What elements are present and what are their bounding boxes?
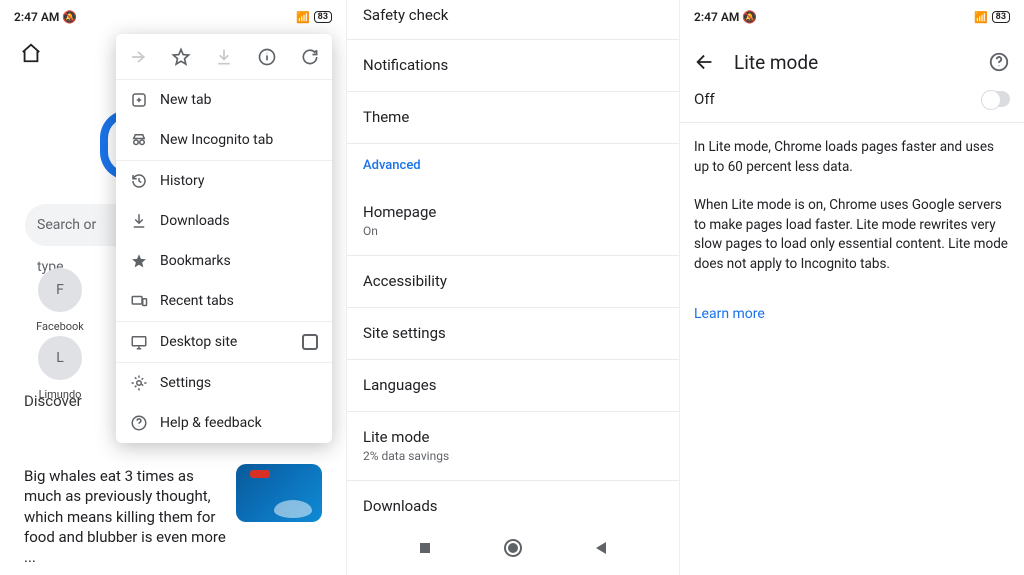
gear-icon [130, 374, 160, 392]
panel-chrome-menu: 2:47 AM 🔕 📶 83 Search or type F Facebook… [0, 0, 346, 575]
menu-item-label: Settings [160, 375, 211, 391]
learn-more-link[interactable]: Learn more [694, 306, 765, 322]
article-thumbnail[interactable] [236, 464, 322, 522]
settings-site-settings[interactable]: Site settings [347, 308, 679, 359]
settings-row-sub: 2% data savings [363, 449, 663, 463]
history-icon [130, 172, 160, 190]
signal-icon: 📶 [974, 11, 988, 24]
help-icon [130, 414, 160, 432]
info-icon[interactable] [257, 47, 277, 67]
divider [680, 122, 1024, 123]
toggle-label: Off [694, 90, 715, 108]
star-fill-icon [130, 252, 160, 270]
incognito-icon [130, 131, 160, 149]
shortcut-label: Facebook [20, 320, 100, 333]
status-bar: 2:47 AM 🔕 📶 83 [0, 0, 346, 34]
menu-item-label: Help & feedback [160, 415, 262, 431]
lite-mode-description-1: In Lite mode, Chrome loads pages faster … [694, 138, 1010, 177]
settings-row-label: Homepage [363, 203, 663, 221]
menu-recent-tabs[interactable]: Recent tabs [116, 281, 332, 321]
dnd-icon: 🔕 [742, 10, 757, 24]
menu-incognito[interactable]: New Incognito tab [116, 120, 332, 160]
panel-lite-mode: 2:47 AM 🔕 📶 83 Lite mode Off In Lite mod… [680, 0, 1024, 575]
settings-section-advanced: Advanced [347, 144, 679, 187]
menu-item-label: Downloads [160, 213, 230, 229]
menu-history[interactable]: History [116, 161, 332, 201]
star-icon[interactable] [171, 47, 191, 67]
settings-row-label: Theme [363, 108, 409, 126]
settings-row-label: Site settings [363, 324, 446, 342]
shortcut-avatar: L [38, 336, 82, 380]
menu-desktop-site[interactable]: Desktop site [116, 322, 332, 362]
panel-settings-list: Safety check Notifications Theme Advance… [346, 0, 680, 575]
settings-lite-mode[interactable]: Lite mode 2% data savings [347, 412, 679, 480]
forward-icon[interactable] [128, 47, 148, 67]
menu-bookmarks[interactable]: Bookmarks [116, 241, 332, 281]
settings-row-label: Accessibility [363, 272, 447, 290]
back-button[interactable] [694, 51, 716, 73]
download-icon [130, 212, 160, 230]
menu-help[interactable]: Help & feedback [116, 403, 332, 443]
refresh-icon[interactable] [300, 47, 320, 67]
menu-item-label: History [160, 173, 205, 189]
signal-icon: 📶 [296, 11, 310, 24]
overflow-menu: New tab New Incognito tab History Downlo… [116, 34, 332, 443]
omnibox-placeholder: Search or type [37, 217, 96, 275]
nav-recent-icon[interactable] [417, 540, 433, 556]
status-bar: 2:47 AM 🔕 📶 83 [680, 0, 1024, 34]
menu-settings[interactable]: Settings [116, 363, 332, 403]
discover-header: Discover [24, 392, 82, 410]
menu-item-label: New tab [160, 92, 211, 108]
article-headline[interactable]: Big whales eat 3 times as much as previo… [24, 466, 234, 567]
devices-icon [130, 292, 160, 310]
lite-mode-description-2: When Lite mode is on, Chrome uses Google… [694, 196, 1010, 274]
status-time: 2:47 AM [14, 10, 59, 24]
menu-downloads[interactable]: Downloads [116, 201, 332, 241]
plus-box-icon [130, 91, 160, 109]
settings-languages[interactable]: Languages [347, 360, 679, 411]
monitor-icon [130, 333, 160, 351]
page-title: Lite mode [734, 51, 818, 74]
menu-new-tab[interactable]: New tab [116, 80, 332, 120]
status-time: 2:47 AM [694, 10, 739, 24]
settings-safety-check[interactable]: Safety check [347, 0, 679, 39]
menu-item-label: Bookmarks [160, 253, 231, 269]
settings-row-label: Safety check [363, 6, 448, 24]
lite-mode-toggle-row[interactable]: Off [694, 90, 1010, 108]
help-button[interactable] [988, 51, 1010, 73]
nav-back-icon[interactable] [593, 540, 609, 556]
settings-row-label: Notifications [363, 56, 448, 74]
dnd-icon: 🔕 [62, 10, 77, 24]
settings-row-label: Languages [363, 376, 437, 394]
settings-row-label: Lite mode [363, 428, 663, 446]
settings-accessibility[interactable]: Accessibility [347, 256, 679, 307]
settings-homepage[interactable]: Homepage On [347, 187, 679, 255]
title-bar: Lite mode [680, 40, 1024, 84]
menu-item-label: New Incognito tab [160, 132, 273, 148]
settings-row-sub: On [363, 224, 663, 238]
shortcut-facebook[interactable]: F Facebook [20, 268, 100, 333]
toggle-switch[interactable] [982, 91, 1010, 107]
system-nav-bar [347, 525, 679, 571]
home-icon [20, 42, 42, 64]
battery-badge: 83 [314, 11, 332, 23]
download-icon[interactable] [214, 47, 234, 67]
shortcut-avatar: F [38, 268, 82, 312]
settings-notifications[interactable]: Notifications [347, 40, 679, 91]
battery-badge: 83 [992, 11, 1010, 23]
desktop-site-checkbox[interactable] [302, 334, 318, 350]
settings-theme[interactable]: Theme [347, 92, 679, 143]
settings-downloads[interactable]: Downloads [347, 481, 679, 519]
menu-item-label: Desktop site [160, 334, 237, 350]
home-button[interactable] [20, 42, 42, 64]
menu-item-label: Recent tabs [160, 293, 234, 309]
settings-row-label: Downloads [363, 497, 438, 515]
omnibox-search[interactable]: Search or type [25, 204, 125, 246]
nav-home-icon[interactable] [503, 538, 523, 558]
